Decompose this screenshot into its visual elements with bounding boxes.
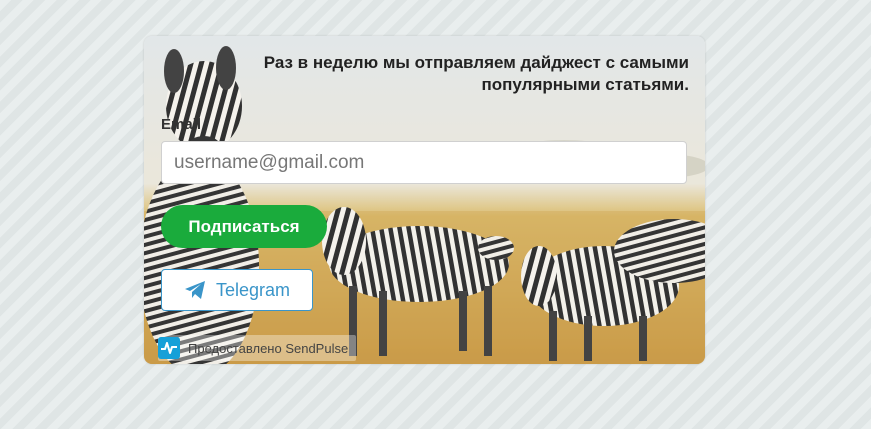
- powered-by-text: Предоставлено SendPulse: [188, 340, 349, 356]
- subscribe-button[interactable]: Подписаться: [161, 205, 327, 248]
- sendpulse-logo-icon: [158, 337, 180, 359]
- headline-text: Раз в неделю мы отправляем дайджест с са…: [263, 53, 689, 94]
- email-label: Email: [161, 116, 202, 133]
- powered-by-link[interactable]: Предоставлено SendPulse: [158, 335, 357, 361]
- telegram-button[interactable]: Telegram: [161, 269, 313, 311]
- telegram-button-label: Telegram: [215, 279, 291, 300]
- paper-plane-icon: [184, 280, 206, 300]
- subscription-card: Раз в неделю мы отправляем дайджест с са…: [144, 36, 705, 364]
- email-field[interactable]: [161, 141, 687, 184]
